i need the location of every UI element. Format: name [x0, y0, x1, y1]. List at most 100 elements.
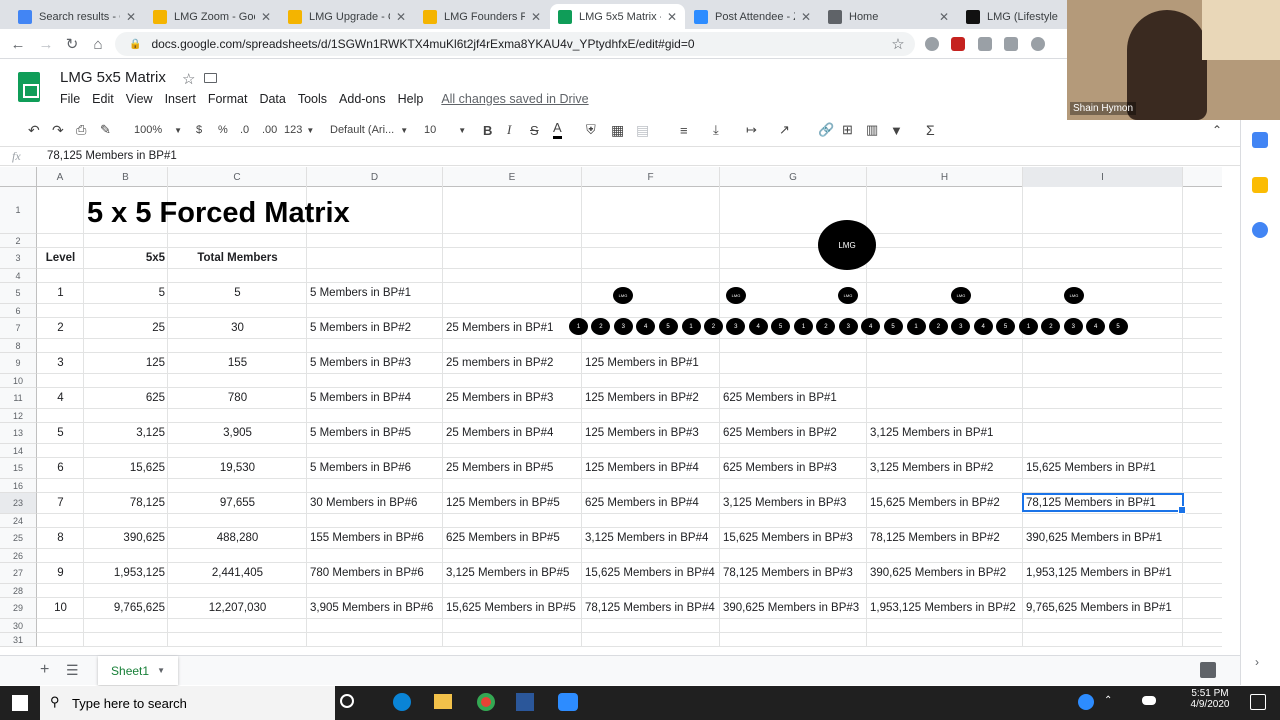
row-header[interactable]: 6 [0, 304, 37, 318]
formula-value[interactable]: 78,125 Members in BP#1 [47, 150, 177, 162]
cell-level[interactable]: 4 [37, 388, 84, 408]
fill-color-icon[interactable]: ⛨ [586, 119, 596, 141]
cell-members[interactable]: 9,765,625 [84, 598, 168, 618]
cell-level[interactable]: 7 [37, 493, 84, 513]
menu-item[interactable]: Help [398, 92, 424, 108]
cell-level[interactable]: 8 [37, 528, 84, 548]
menu-item[interactable]: Insert [165, 92, 196, 108]
cell-breakdown[interactable]: 390,625 Members in BP#3 [720, 598, 867, 618]
column-header[interactable]: I [1023, 167, 1183, 187]
cell-breakdown[interactable]: 5 Members in BP#5 [307, 423, 443, 443]
cell-breakdown[interactable]: 25 Members in BP#4 [443, 423, 582, 443]
cell-breakdown[interactable]: 125 Members in BP#2 [582, 388, 720, 408]
cell-total[interactable]: 2,441,405 [168, 563, 307, 583]
cell-total[interactable]: 97,655 [168, 493, 307, 513]
cell-breakdown[interactable]: 15,625 Members in BP#2 [867, 493, 1023, 513]
cell-breakdown[interactable]: 3,125 Members in BP#5 [443, 563, 582, 583]
calendar-icon[interactable] [1252, 132, 1268, 148]
cell-breakdown[interactable]: 1,953,125 Members in BP#1 [1023, 563, 1183, 583]
redo-icon[interactable]: ↷ [52, 119, 64, 141]
show-hidden-icons[interactable]: ⌃ [1104, 695, 1112, 706]
decrease-decimal-button[interactable]: .0 [240, 119, 249, 141]
cell-breakdown[interactable]: 78,125 Members in BP#3 [720, 563, 867, 583]
column-header[interactable]: F [582, 167, 720, 187]
cell-breakdown[interactable]: 3,905 Members in BP#6 [307, 598, 443, 618]
cell-members[interactable]: 625 [84, 388, 168, 408]
star-icon[interactable]: ☆ [182, 70, 195, 88]
cell-breakdown[interactable]: 125 Members in BP#1 [582, 353, 720, 373]
print-icon[interactable]: ⎙ [76, 119, 86, 141]
cell-total[interactable]: 5 [168, 283, 307, 303]
browser-tab[interactable]: Search results - Go ✕ [10, 4, 144, 29]
percent-format-button[interactable]: % [218, 119, 228, 141]
column-header[interactable]: C [168, 167, 307, 187]
menu-item[interactable]: File [60, 92, 80, 108]
text-wrapping-icon[interactable]: ↦ [746, 119, 757, 141]
close-tab-icon[interactable]: ✕ [939, 10, 949, 24]
browser-tab[interactable]: Post Attendee - Zo ✕ [686, 4, 819, 29]
column-header[interactable]: B [84, 167, 168, 187]
collapse-menu-icon[interactable]: ⌃ [1212, 119, 1222, 141]
row-header[interactable]: 7 [0, 318, 37, 339]
horizontal-align-icon[interactable]: ≡ [680, 119, 688, 141]
row-header[interactable]: 12 [0, 409, 37, 423]
cell-breakdown[interactable]: 5 Members in BP#1 [307, 283, 443, 303]
paint-format-icon[interactable]: ✎ [100, 119, 111, 141]
row-header[interactable]: 5 [0, 283, 37, 304]
cell-breakdown[interactable]: 125 Members in BP#5 [443, 493, 582, 513]
close-tab-icon[interactable]: ✕ [126, 10, 136, 24]
text-color-icon[interactable]: A [553, 119, 562, 139]
row-header[interactable]: 14 [0, 444, 37, 458]
cell-breakdown[interactable]: 25 Members in BP#1 [443, 318, 582, 338]
number-format-select[interactable]: 123 ▼ [284, 119, 314, 141]
browser-tab[interactable]: LMG Founders Pre ✕ [415, 4, 549, 29]
cell-total[interactable]: 19,530 [168, 458, 307, 478]
browser-tab[interactable]: Home ✕ [820, 4, 957, 29]
row-header[interactable]: 29 [0, 598, 37, 619]
reload-icon[interactable]: ↻ [62, 34, 82, 54]
close-tab-icon[interactable]: ✕ [261, 10, 271, 24]
cell-total[interactable]: 488,280 [168, 528, 307, 548]
close-tab-icon[interactable]: ✕ [396, 10, 406, 24]
row-header[interactable]: 27 [0, 563, 37, 584]
row-header[interactable]: 9 [0, 353, 37, 374]
close-tab-icon[interactable]: ✕ [667, 10, 677, 24]
cell-breakdown[interactable]: 625 Members in BP#1 [720, 388, 867, 408]
merge-cells-icon[interactable]: ▤ [636, 119, 649, 141]
cell-breakdown[interactable]: 625 Members in BP#4 [582, 493, 720, 513]
chrome-icon[interactable] [477, 693, 495, 711]
cell-breakdown[interactable]: 5 Members in BP#3 [307, 353, 443, 373]
cell-breakdown[interactable]: 5 Members in BP#4 [307, 388, 443, 408]
cell-breakdown[interactable]: 625 Members in BP#5 [443, 528, 582, 548]
cell-total[interactable]: 780 [168, 388, 307, 408]
header-level[interactable]: Level [37, 248, 84, 268]
extension-icon[interactable] [1004, 37, 1018, 51]
cell-total[interactable]: 12,207,030 [168, 598, 307, 618]
cell-level[interactable]: 6 [37, 458, 84, 478]
explore-icon[interactable] [1200, 662, 1216, 678]
row-header[interactable]: 11 [0, 388, 37, 409]
menu-item[interactable]: Format [208, 92, 248, 108]
insert-chart-icon[interactable]: ▥ [866, 119, 878, 141]
cell-breakdown[interactable]: 125 Members in BP#4 [582, 458, 720, 478]
text-rotation-icon[interactable]: ↗ [779, 119, 790, 141]
cell-level[interactable]: 10 [37, 598, 84, 618]
cell-level[interactable]: 9 [37, 563, 84, 583]
italic-icon[interactable]: I [507, 119, 511, 141]
taskbar-search-box[interactable]: ⚲ Type here to search [40, 686, 335, 720]
cell-members[interactable]: 78,125 [84, 493, 168, 513]
close-tab-icon[interactable]: ✕ [531, 10, 541, 24]
row-header[interactable]: 24 [0, 514, 37, 528]
insert-link-icon[interactable]: 🔗 [818, 119, 834, 141]
cell-total[interactable]: 30 [168, 318, 307, 338]
cell-breakdown[interactable]: 390,625 Members in BP#1 [1023, 528, 1183, 548]
cell-breakdown[interactable]: 78,125 Members in BP#4 [582, 598, 720, 618]
cell-breakdown[interactable]: 155 Members in BP#6 [307, 528, 443, 548]
cell-breakdown[interactable]: 5 Members in BP#6 [307, 458, 443, 478]
column-header[interactable]: A [37, 167, 84, 187]
browser-tab[interactable]: LMG 5x5 Matrix - G ✕ [550, 4, 685, 29]
onedrive-icon[interactable] [1142, 696, 1156, 705]
cell-breakdown[interactable]: 780 Members in BP#6 [307, 563, 443, 583]
cell-level[interactable]: 5 [37, 423, 84, 443]
select-all-corner[interactable] [0, 167, 37, 187]
